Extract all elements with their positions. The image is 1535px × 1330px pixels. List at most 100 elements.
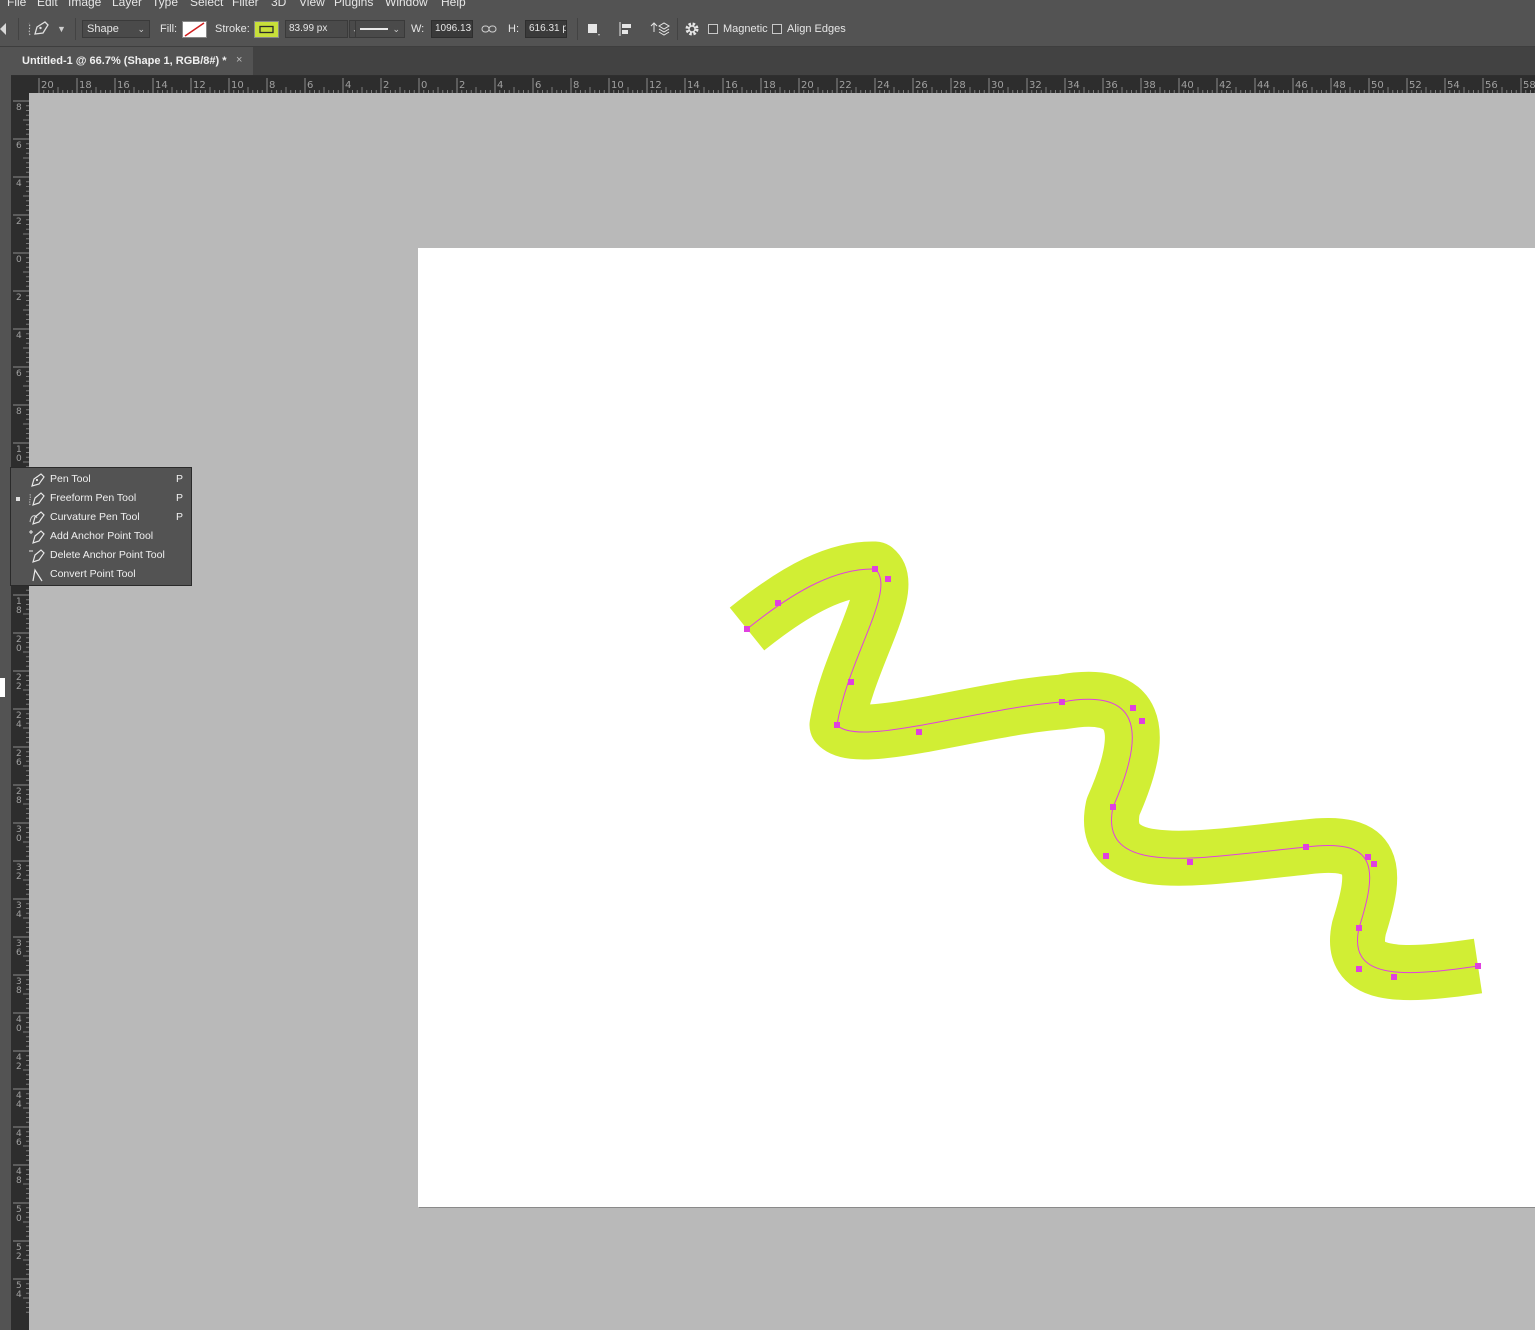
pen-tool-flyout: Pen Tool P Freeform Pen Tool P Curvature… [10,467,192,586]
stroke-swatch[interactable] [254,12,279,46]
menu-select[interactable]: Select [190,0,223,9]
stroke-width-field[interactable]: 83.99 px ⌄ [285,12,362,46]
divider [18,18,19,40]
ruler-label: 18 [763,80,776,91]
add-anchor-point-icon [29,530,45,544]
anchor-point[interactable] [1371,861,1377,867]
foreground-color-swatch[interactable] [0,678,5,697]
fill-label: Fill: [160,23,178,35]
ruler-label: 20 [41,80,54,91]
ruler-label: 2 [16,682,22,692]
ruler-label: 12 [649,80,662,91]
anchor-point[interactable] [1391,974,1397,980]
anchor-point[interactable] [744,626,750,632]
anchor-point[interactable] [1356,966,1362,972]
ruler-label: 20 [801,80,814,91]
ruler-origin[interactable] [11,76,29,93]
menu-help[interactable]: Help [441,0,466,9]
ruler-label: 58 [1523,80,1535,91]
flyout-item-delete-anchor-point-tool[interactable]: Delete Anchor Point Tool [11,546,191,565]
fill-swatch[interactable] [182,12,207,46]
ruler-ticks: 20 18 16 14 12 10 8 6 4 2 0 2 4 6 8 10 12 14 16 18 20 22 24 26 2… [38,78,1535,93]
divider [75,18,76,40]
ruler-label: 4 [16,179,22,189]
path-operations-icon[interactable] [586,12,602,46]
ruler-label: 32 [1029,80,1042,91]
menu-image[interactable]: Image [68,0,101,9]
width-field[interactable]: 1096.13 [431,12,473,46]
magnetic-checkbox[interactable]: Magnetic [708,12,768,46]
anchor-point[interactable] [872,566,878,572]
anchor-point[interactable] [848,679,854,685]
flyout-item-label: Freeform Pen Tool [50,492,137,504]
menu-plugins[interactable]: Plugins [334,0,373,9]
ruler-label: 0 [16,834,22,844]
ruler-label: 2 [383,80,389,91]
flyout-item-label: Pen Tool [50,473,91,485]
flyout-item-add-anchor-point-tool[interactable]: Add Anchor Point Tool [11,527,191,546]
flyout-item-curvature-pen-tool[interactable]: Curvature Pen Tool P [11,508,191,527]
anchor-point[interactable] [1130,705,1136,711]
tool-preset-picker[interactable]: ▼ [27,12,66,46]
ruler-label: 4 [16,720,22,730]
ruler-label: 24 [877,80,890,91]
menu-3d[interactable]: 3D [271,0,286,9]
anchor-point[interactable] [1139,718,1145,724]
anchor-point[interactable] [1103,853,1109,859]
ruler-label: 4 [16,331,22,341]
ruler-label: 8 [16,606,22,616]
checkbox-icon [708,24,718,34]
ruler-label: 56 [1485,80,1498,91]
menu-type[interactable]: Type [152,0,178,9]
anchor-point[interactable] [1110,804,1116,810]
shape-1-stroke[interactable] [729,541,1483,1001]
anchor-point[interactable] [1475,963,1481,969]
tool-mode-select[interactable]: Shape ⌄ [82,12,150,46]
anchor-point[interactable] [1187,859,1193,865]
anchor-point[interactable] [916,729,922,735]
ruler-label: 54 [1447,80,1460,91]
align-edges-checkbox[interactable]: Align Edges [772,12,846,46]
anchor-point[interactable] [885,576,891,582]
ruler-label: 2 [459,80,465,91]
menu-view[interactable]: View [299,0,325,9]
ruler-label: 2 [16,293,22,303]
ruler-label: 4 [16,910,22,920]
document-canvas[interactable] [418,248,1535,1207]
horizontal-ruler[interactable]: 20 18 16 14 12 10 8 6 4 2 0 2 4 6 8 10 12 14 16 18 20 22 24 26 2… [29,76,1535,93]
menu-file[interactable]: File [7,0,26,9]
anchor-point[interactable] [1059,699,1065,705]
anchor-point[interactable] [1356,925,1362,931]
menu-window[interactable]: Window [385,0,428,9]
path-arrangement-icon[interactable] [650,12,670,46]
height-field[interactable]: 616.31 p [525,12,567,46]
path-alignment-icon[interactable] [618,12,636,46]
menu-filter[interactable]: Filter [232,0,259,9]
convert-point-icon [32,568,43,582]
ruler-label: 2 [16,1252,22,1262]
flyout-item-pen-tool[interactable]: Pen Tool P [11,470,191,489]
flyout-item-label: Convert Point Tool [50,568,136,580]
ruler-label: 14 [155,80,168,91]
anchor-point[interactable] [1365,854,1371,860]
anchor-point[interactable] [834,722,840,728]
flyout-item-shortcut: P [176,492,184,504]
menu-edit[interactable]: Edit [37,0,58,9]
vertical-ruler[interactable]: 8642024681012141618202224262830323436384… [11,93,29,1330]
flyout-item-freeform-pen-tool[interactable]: Freeform Pen Tool P [11,489,191,508]
stroke-label: Stroke: [215,23,250,35]
ruler-label: 40 [1181,80,1194,91]
menu-layer[interactable]: Layer [112,0,142,9]
ruler-label: 8 [269,80,275,91]
ruler-label: 52 [1409,80,1422,91]
home-icon[interactable] [0,12,10,46]
flyout-item-convert-point-tool[interactable]: Convert Point Tool [11,565,191,584]
document-tab-bar: Untitled-1 @ 66.7% (Shape 1, RGB/8#) * × [11,47,1535,76]
link-icon[interactable] [481,12,497,46]
gear-icon[interactable] [684,12,700,46]
anchor-point[interactable] [775,600,781,606]
anchor-point[interactable] [1303,844,1309,850]
close-icon[interactable]: × [236,54,242,66]
document-tab[interactable]: Untitled-1 @ 66.7% (Shape 1, RGB/8#) * × [11,47,253,75]
stroke-type-select[interactable]: ⌄ [355,12,405,46]
